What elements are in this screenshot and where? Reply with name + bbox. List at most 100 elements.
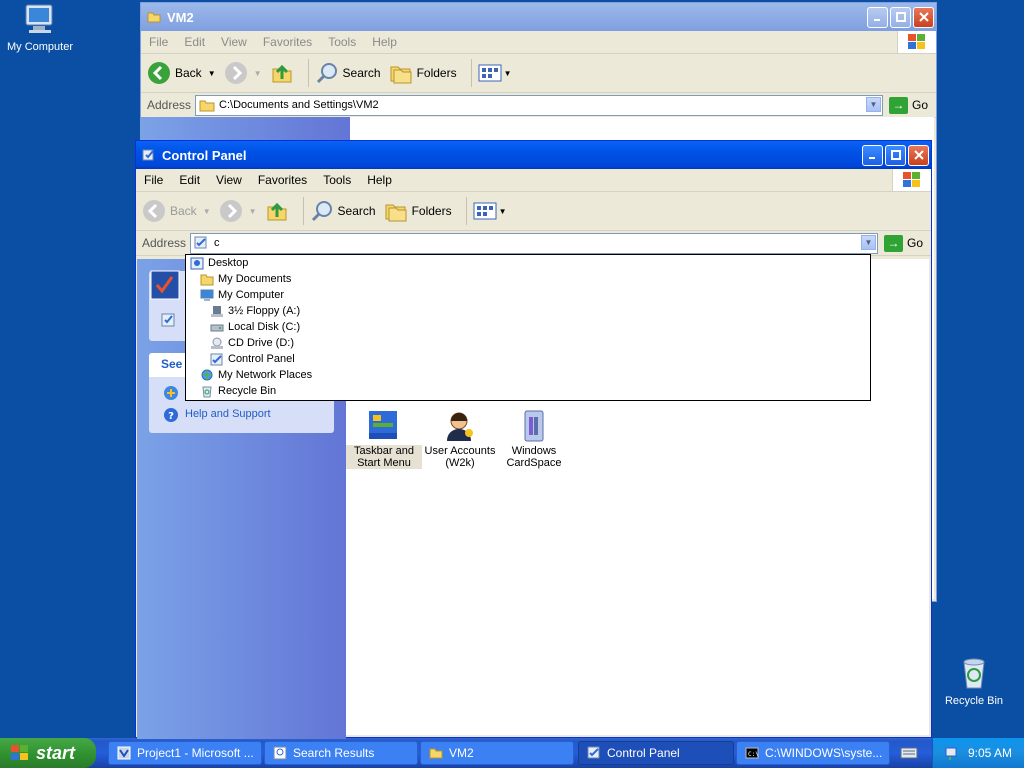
chevron-down-icon[interactable]: ▼ <box>203 207 211 216</box>
forward-button[interactable]: ▼ <box>219 199 257 223</box>
dropdown-item-desktop[interactable]: Desktop <box>186 255 870 271</box>
forward-button[interactable]: ▼ <box>224 61 262 85</box>
minimize-button[interactable] <box>862 144 883 166</box>
dropdown-item-my-documents[interactable]: My Documents <box>186 271 870 287</box>
taskbar-button-project1[interactable]: Project1 - Microsoft ... <box>108 741 262 765</box>
task-label: VM2 <box>449 746 474 760</box>
help-icon: ? <box>164 408 178 422</box>
address-dropdown-button[interactable]: ▼ <box>865 96 881 112</box>
windows-update-icon[interactable] <box>163 385 179 401</box>
desktop-icon-label: My Computer <box>6 41 74 53</box>
minimize-button[interactable] <box>867 6 888 28</box>
title-bar[interactable]: Control Panel <box>136 141 931 169</box>
close-button[interactable] <box>908 144 929 166</box>
taskbar-button-vm2[interactable]: VM2 <box>420 741 574 765</box>
go-button[interactable]: → Go <box>888 96 928 114</box>
title-bar[interactable]: VM2 <box>141 3 936 31</box>
views-button[interactable]: ▼ <box>473 201 507 221</box>
dropdown-item-local-disk[interactable]: Local Disk (C:) <box>186 319 870 335</box>
chevron-down-icon[interactable]: ▼ <box>208 69 216 78</box>
control-panel-icon <box>142 149 154 161</box>
help-and-support-link[interactable]: Help and Support <box>185 408 271 420</box>
views-button[interactable]: ▼ <box>478 63 512 83</box>
folders-button[interactable]: Folders <box>389 61 457 85</box>
folder-icon <box>429 748 443 759</box>
svg-text:C:\: C:\ <box>748 751 759 758</box>
network-tray-icon[interactable] <box>944 745 960 761</box>
cp-item-label: User Accounts (W2k) <box>424 445 496 469</box>
dropdown-item-label: Local Disk (C:) <box>228 321 301 333</box>
address-input[interactable]: c ▼ <box>190 232 878 254</box>
address-bar: Address c ▼ → Go <box>136 231 931 256</box>
menu-favorites[interactable]: Favorites <box>255 35 320 49</box>
dropdown-item-label: 3½ Floppy (A:) <box>228 305 301 317</box>
user-accounts-icon <box>447 412 473 441</box>
menu-help[interactable]: Help <box>364 35 405 49</box>
dropdown-item-label: My Computer <box>218 289 285 301</box>
menu-edit[interactable]: Edit <box>171 173 208 187</box>
search-button[interactable]: Search <box>315 61 381 85</box>
maximize-button[interactable] <box>890 6 911 28</box>
cp-item-taskbar-start-menu[interactable]: Taskbar and Start Menu <box>346 409 422 469</box>
maximize-button[interactable] <box>885 144 906 166</box>
menu-favorites[interactable]: Favorites <box>250 173 315 187</box>
dropdown-item-label: My Network Places <box>218 369 313 381</box>
dropdown-item-cd-drive[interactable]: CD Drive (D:) <box>186 335 870 351</box>
start-button[interactable]: start <box>0 738 96 768</box>
switch-view-icon[interactable] <box>161 313 177 329</box>
taskbar-button-search-results[interactable]: Search Results <box>264 741 418 765</box>
go-label: Go <box>911 98 928 112</box>
menu-edit[interactable]: Edit <box>176 35 213 49</box>
toolbar-separator <box>302 197 304 225</box>
taskbar: start Project1 - Microsoft ... Search Re… <box>0 738 1024 768</box>
dropdown-item-floppy[interactable]: 3½ Floppy (A:) <box>186 303 870 319</box>
desktop-icon-recycle-bin[interactable]: Recycle Bin <box>934 656 1014 707</box>
folders-button[interactable]: Folders <box>384 199 452 223</box>
dropdown-item-recycle-bin[interactable]: Recycle Bin <box>186 383 870 399</box>
menu-view[interactable]: View <box>208 173 250 187</box>
menu-file[interactable]: File <box>136 173 171 187</box>
clock[interactable]: 9:05 AM <box>968 746 1012 760</box>
menu-tools[interactable]: Tools <box>315 173 359 187</box>
task-label: Control Panel <box>607 746 680 760</box>
chevron-down-icon[interactable]: ▼ <box>254 69 262 78</box>
start-label: start <box>36 742 76 763</box>
desktop-icon-my-computer[interactable]: My Computer <box>0 2 80 53</box>
menu-bar: File Edit View Favorites Tools Help <box>141 31 936 54</box>
menu-tools[interactable]: Tools <box>320 35 364 49</box>
maximize-icon <box>890 150 901 160</box>
taskbar-button-control-panel[interactable]: Control Panel <box>578 741 734 765</box>
task-label: Search Results <box>293 746 375 760</box>
address-label: Address <box>147 98 192 112</box>
close-button[interactable] <box>913 6 934 28</box>
task-label: Project1 - Microsoft ... <box>137 746 254 760</box>
menu-view[interactable]: View <box>213 35 255 49</box>
chevron-down-icon: ▼ <box>498 206 507 216</box>
dropdown-item-my-computer[interactable]: My Computer <box>186 287 870 303</box>
desktop-icon-label: Recycle Bin <box>944 695 1004 707</box>
cp-item-user-accounts[interactable]: User Accounts (W2k) <box>422 409 498 469</box>
back-button[interactable]: Back ▼ <box>147 61 216 85</box>
go-button[interactable]: → Go <box>883 234 923 252</box>
menu-file[interactable]: File <box>141 35 176 49</box>
address-value: C:\Documents and Settings\VM2 <box>219 99 379 111</box>
address-dropdown-button[interactable]: ▼ <box>860 234 876 250</box>
dropdown-item-label: Desktop <box>208 257 249 269</box>
up-button[interactable] <box>270 61 294 85</box>
menu-help[interactable]: Help <box>359 173 400 187</box>
dropdown-item-network-places[interactable]: My Network Places <box>186 367 870 383</box>
keyboard-icon[interactable] <box>900 745 918 761</box>
chevron-down-icon: ▼ <box>864 237 873 247</box>
cp-item-label: Taskbar and Start Menu <box>346 445 422 469</box>
up-button[interactable] <box>265 199 289 223</box>
folders-icon <box>385 204 407 222</box>
search-button[interactable]: Search <box>310 199 376 223</box>
computer-icon <box>200 289 214 301</box>
dropdown-item-control-panel[interactable]: Control Panel <box>186 351 870 367</box>
search-icon <box>316 63 337 84</box>
address-input[interactable]: C:\Documents and Settings\VM2 ▼ <box>195 94 883 116</box>
chevron-down-icon[interactable]: ▼ <box>249 207 257 216</box>
back-button[interactable]: Back ▼ <box>142 199 211 223</box>
taskbar-button-command-prompt[interactable]: C:\ C:\WINDOWS\syste... <box>736 741 890 765</box>
cp-item-windows-cardspace[interactable]: Windows CardSpace <box>496 409 572 469</box>
